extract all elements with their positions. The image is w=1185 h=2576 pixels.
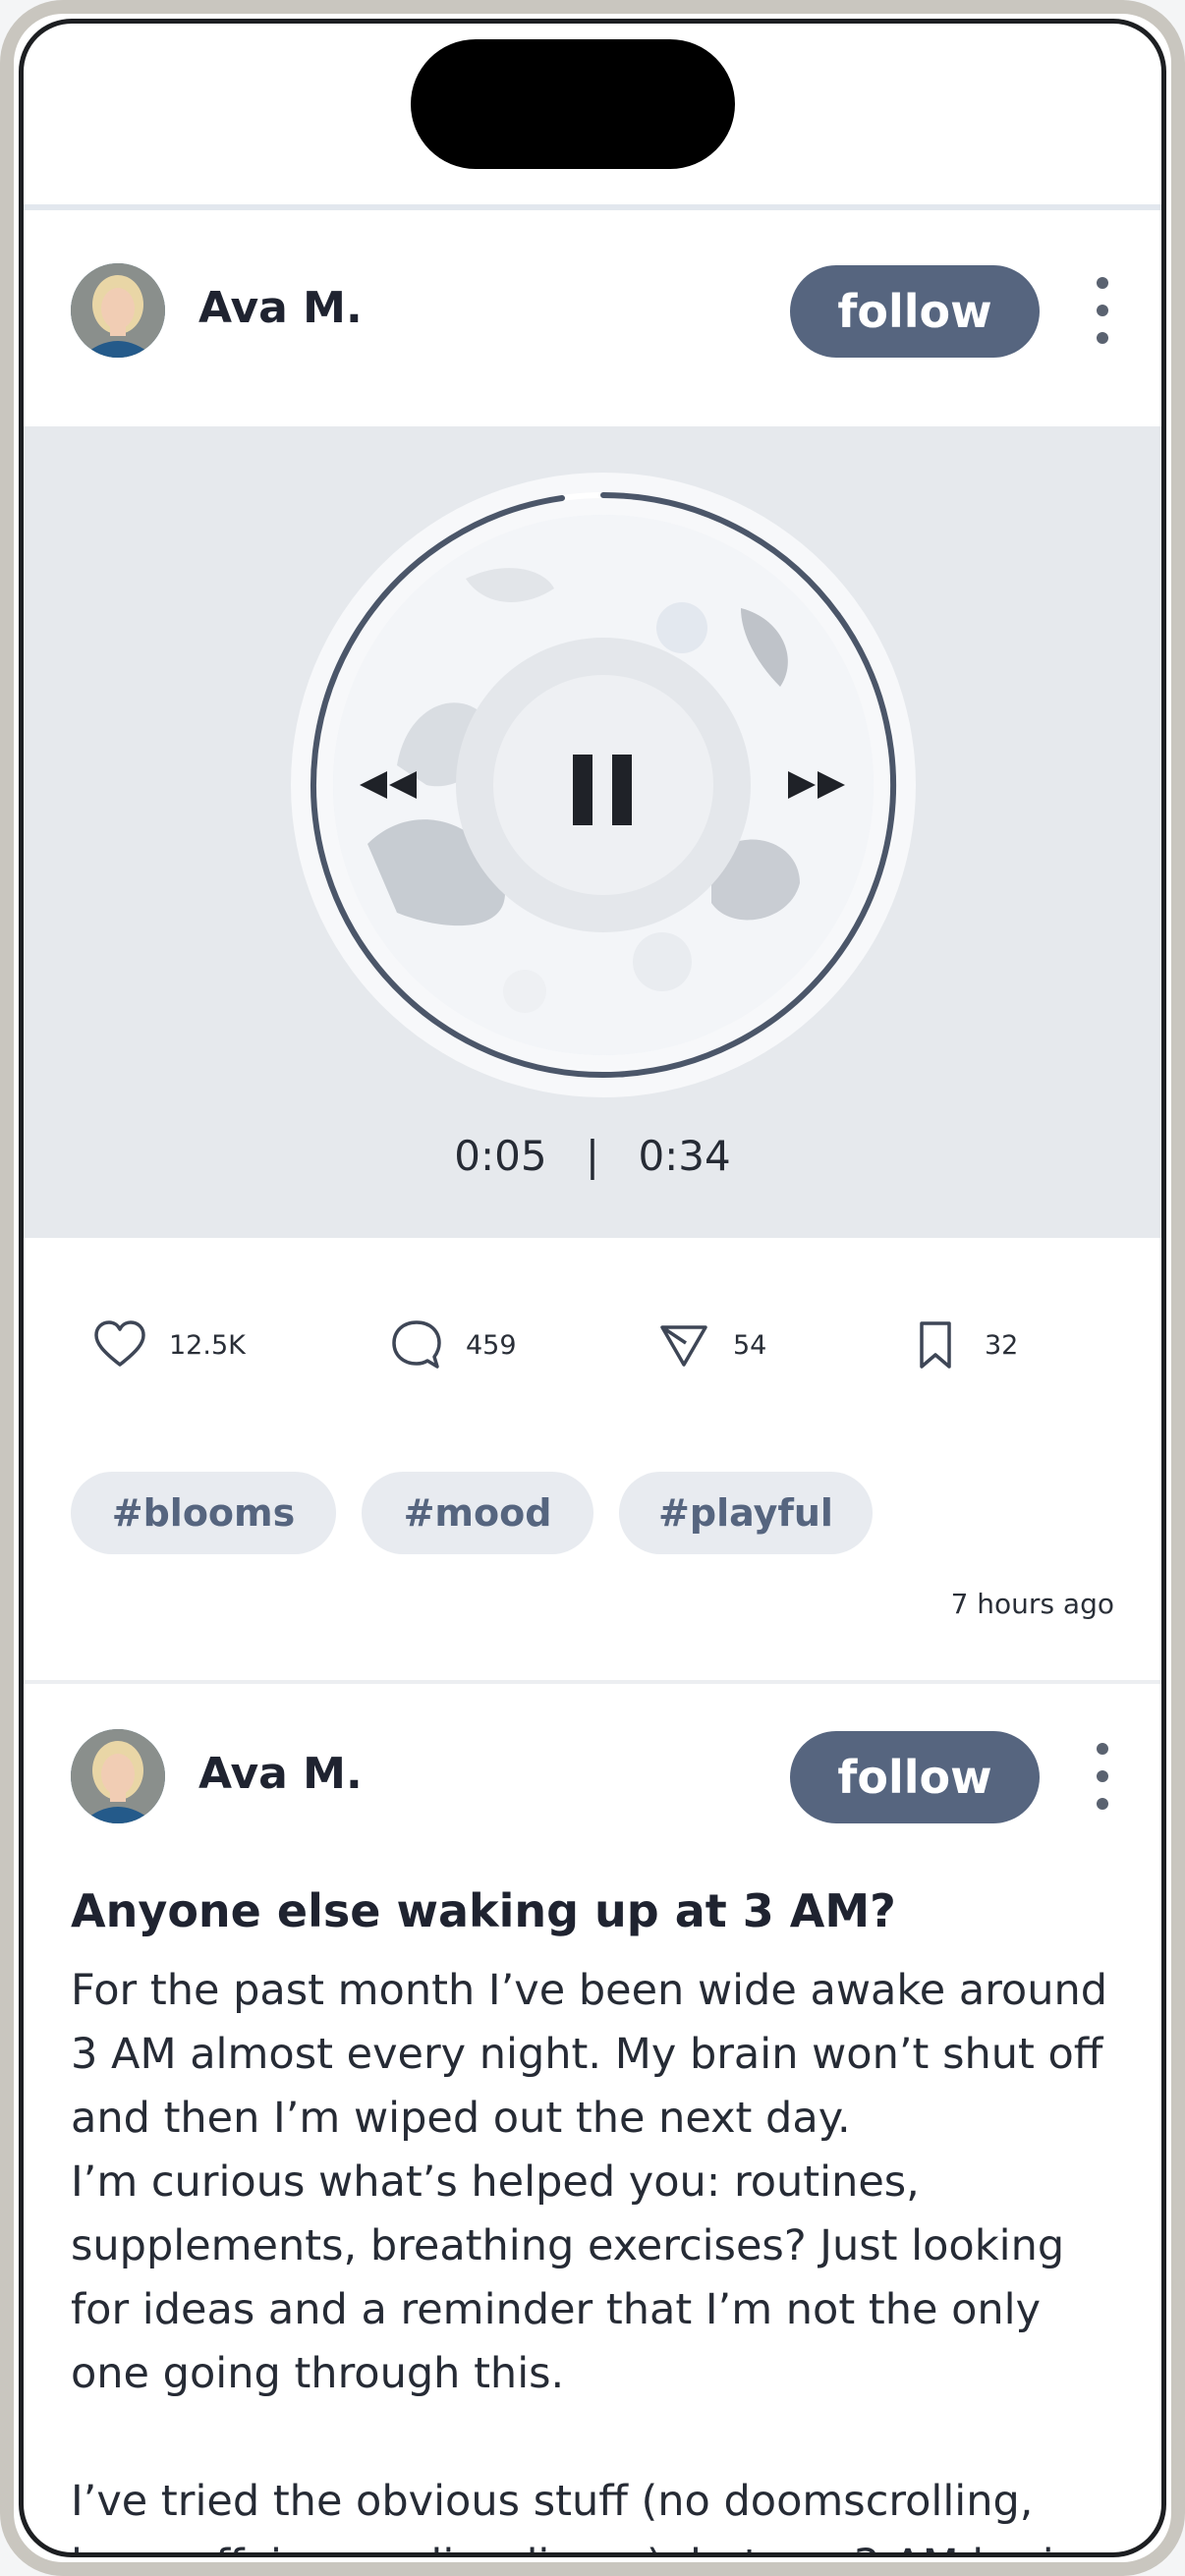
playback-time: 0:05 | 0:34	[24, 1132, 1161, 1180]
bookmark-icon	[920, 1321, 951, 1369]
pause-icon[interactable]	[569, 751, 638, 829]
fast-forward-icon[interactable]	[784, 765, 849, 805]
tag-chip[interactable]: #mood	[362, 1472, 593, 1554]
send-icon	[660, 1325, 707, 1367]
feed-post-text: Ava M. follow Anyone else waking up at 3…	[24, 1690, 1161, 2552]
post-actions: 12.5K 459 54 32	[92, 1311, 1114, 1379]
total-time: 0:34	[638, 1132, 731, 1180]
current-time: 0:05	[454, 1132, 547, 1180]
post-header: Ava M. follow	[71, 263, 1114, 362]
author-name[interactable]: Ava M.	[198, 1749, 363, 1799]
post-divider	[24, 1680, 1161, 1684]
save-count: 32	[985, 1329, 1019, 1361]
follow-button[interactable]: follow	[790, 265, 1040, 358]
tag-chip[interactable]: #blooms	[71, 1472, 336, 1554]
time-separator: |	[585, 1132, 600, 1180]
like-count: 12.5K	[169, 1329, 246, 1361]
comment-icon	[392, 1320, 441, 1369]
screen: Ava M. follow 0:05 | 0:34 12.5K 459 54 3…	[19, 19, 1166, 2557]
audio-disc	[289, 471, 918, 1099]
phone-frame: Ava M. follow 0:05 | 0:34 12.5K 459 54 3…	[0, 0, 1185, 2576]
heart-icon	[94, 1320, 145, 1367]
header-divider	[24, 204, 1161, 210]
follow-button[interactable]: follow	[790, 1731, 1040, 1823]
avatar[interactable]	[71, 263, 165, 358]
more-vertical-icon[interactable]	[1083, 1739, 1122, 1814]
avatar[interactable]	[71, 1729, 165, 1823]
tag-chip[interactable]: #playful	[619, 1472, 873, 1554]
post-title: Anyone else waking up at 3 AM?	[71, 1884, 896, 1937]
like-button[interactable]: 12.5K	[92, 1311, 246, 1379]
post-body: For the past month I’ve been wide awake …	[71, 1966, 1108, 2552]
dynamic-island	[411, 39, 735, 169]
audio-player: 0:05 | 0:34	[24, 426, 1161, 1238]
rewind-icon[interactable]	[358, 765, 423, 805]
share-button[interactable]: 54	[656, 1311, 766, 1379]
comment-button[interactable]: 459	[389, 1311, 517, 1379]
author-name[interactable]: Ava M.	[198, 283, 363, 333]
feed-post-audio: Ava M. follow 0:05 | 0:34 12.5K 459 54 3…	[24, 216, 1161, 1680]
post-header: Ava M. follow	[71, 1729, 1114, 1827]
post-timestamp: 7 hours ago	[950, 1588, 1114, 1620]
save-button[interactable]: 32	[908, 1311, 1018, 1379]
share-count: 54	[733, 1329, 767, 1361]
more-vertical-icon[interactable]	[1083, 273, 1122, 348]
comment-count: 459	[466, 1329, 517, 1361]
